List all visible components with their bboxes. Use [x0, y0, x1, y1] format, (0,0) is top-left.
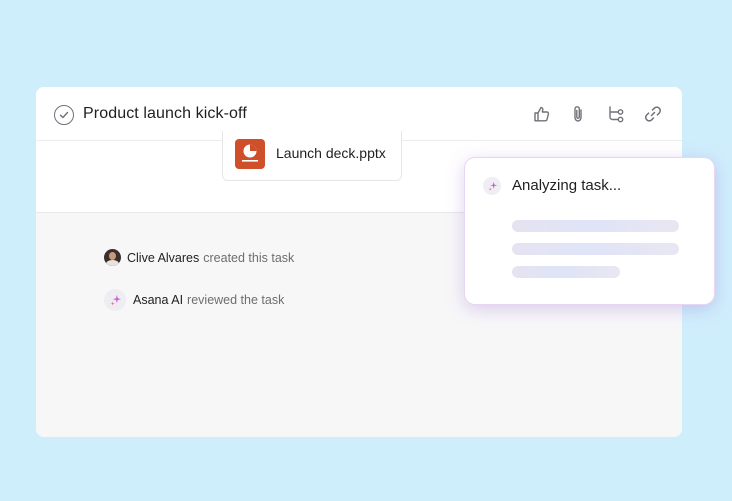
subtask-icon[interactable]: [605, 103, 627, 125]
ai-sparkle-icon: [483, 177, 501, 195]
task-title[interactable]: Product launch kick-off: [83, 105, 247, 123]
ai-analysis-popup: Analyzing task...: [465, 158, 714, 304]
ai-sparkle-icon: [104, 289, 126, 311]
loading-skeleton-line: [512, 243, 679, 255]
activity-action: reviewed the task: [187, 293, 285, 307]
activity-actor[interactable]: Clive Alvares: [127, 251, 199, 265]
link-icon[interactable]: [642, 103, 664, 125]
complete-task-checkmark-icon[interactable]: [54, 105, 74, 125]
attachment-name: Launch deck.pptx: [276, 145, 386, 161]
activity-item: Asana AI reviewed the task: [104, 289, 284, 311]
activity-action: created this task: [203, 250, 295, 265]
activity-actor: Asana AI: [133, 293, 184, 307]
loading-skeleton-line: [512, 220, 679, 232]
thumbs-up-icon[interactable]: [531, 103, 553, 125]
powerpoint-file-icon: [235, 139, 265, 169]
attachment-card[interactable]: Launch deck.pptx: [222, 131, 402, 181]
popup-title: Analyzing task...: [512, 177, 622, 194]
activity-item: Clive Alvares created this task: [104, 249, 294, 266]
loading-skeleton-line: [512, 266, 620, 278]
paperclip-icon[interactable]: [567, 103, 589, 125]
avatar[interactable]: [104, 249, 121, 266]
